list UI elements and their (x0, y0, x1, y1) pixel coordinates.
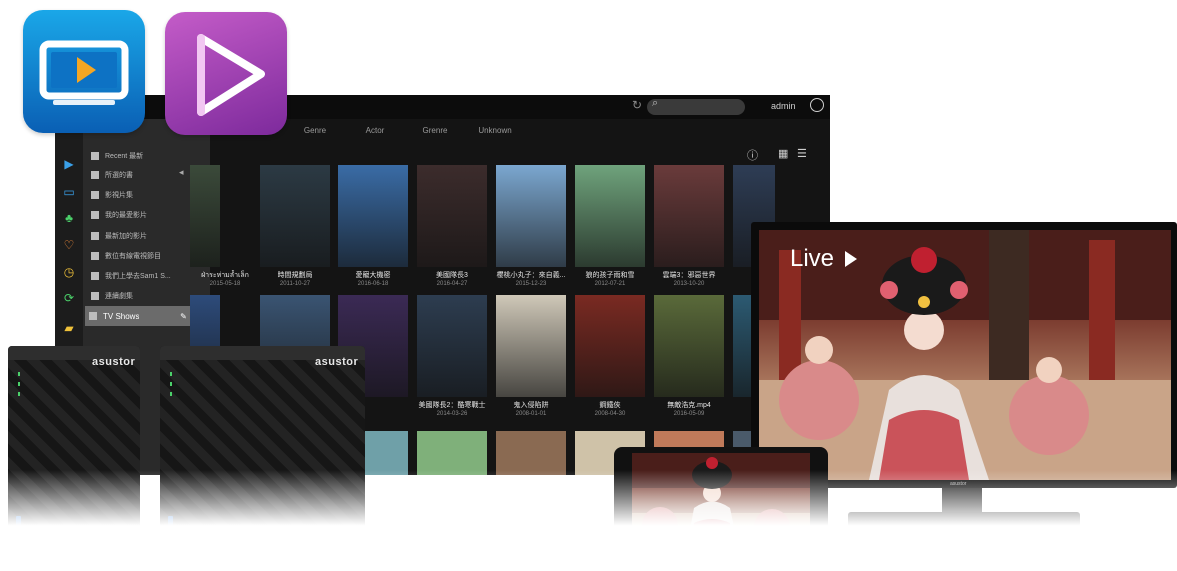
live-play-icon (845, 251, 857, 267)
movie-title: 愛寵大機密 (355, 272, 391, 279)
movie-title: 無敵浩克.mp4 (667, 402, 711, 409)
folder-tree-icon[interactable]: ♣ (62, 211, 76, 225)
heart-icon[interactable]: ♡ (62, 238, 76, 252)
status-led (170, 372, 172, 376)
status-led (18, 382, 20, 386)
grid-view-icon[interactable]: ▦ (778, 147, 788, 160)
movie-title: 時間規劃局 (277, 272, 313, 279)
movie-poster[interactable] (417, 431, 487, 475)
movie-date: 2015-12-23 (515, 281, 547, 287)
video-app-logo (23, 10, 145, 133)
movie-date: 2015-05-18 (209, 281, 241, 287)
nas-brand-label: asustor (92, 356, 136, 368)
movie-title: 雲端3：邪惡世界 (662, 272, 716, 279)
status-led (170, 382, 172, 386)
status-led (18, 372, 20, 376)
movie-poster[interactable] (338, 165, 408, 267)
movie-poster[interactable] (496, 431, 566, 475)
movie-title: 鋼鐵俠 (599, 402, 621, 409)
tab-unknown[interactable]: Unknown (465, 126, 525, 140)
folder-icon[interactable]: ▰ (62, 321, 76, 335)
tv-play-icon (39, 40, 129, 105)
movie-poster[interactable] (496, 295, 566, 397)
tab-actor[interactable]: Actor (345, 126, 405, 140)
nas-brand-label: asustor (315, 356, 359, 368)
movie-title: 美國隊長3 (436, 272, 468, 279)
user-name[interactable]: admin (771, 101, 796, 111)
play-icon (197, 34, 265, 116)
movie-poster[interactable] (417, 165, 487, 267)
movie-date: 2016-04-27 (436, 281, 468, 287)
category-tabs: Genre Actor Grenre Unknown (285, 126, 525, 140)
search-icon: ⌕ (652, 97, 659, 109)
movie-date: 2011-10-27 (279, 281, 311, 287)
movie-poster[interactable] (190, 165, 220, 267)
movie-date: 2008-04-30 (594, 411, 626, 417)
movie-title: 櫻桃小丸子：來自義... (496, 272, 566, 279)
movie-poster[interactable] (260, 165, 330, 267)
clock-icon[interactable]: ◷ (62, 265, 76, 279)
list-view-icon[interactable]: ☰ (797, 147, 807, 160)
movie-poster[interactable] (654, 295, 724, 397)
movie-title: 狼的孩子雨和雪 (585, 272, 635, 279)
user-icon[interactable] (810, 98, 824, 112)
movie-date: 2016-06-18 (357, 281, 389, 287)
reflection-fade (0, 470, 1177, 571)
refresh-icon[interactable]: ↻ (632, 98, 642, 112)
shuffle-icon[interactable]: ⟳ (62, 291, 76, 305)
movie-poster[interactable] (575, 295, 645, 397)
movie-date: 2008-01-01 (515, 411, 547, 417)
movie-title: 鬼入侵陷阱 (513, 402, 549, 409)
tv-icon[interactable]: ▭ (62, 185, 76, 199)
movie-date: 2013-10-20 (673, 281, 705, 287)
movie-poster[interactable] (575, 165, 645, 267)
tab-grenre[interactable]: Grenre (405, 126, 465, 140)
info-icon[interactable]: ⓘ (747, 147, 758, 163)
movie-title: ฝ่าระห่ามล้ำเล็ก (201, 272, 249, 279)
movie-poster[interactable] (654, 165, 724, 267)
movie-poster[interactable] (496, 165, 566, 267)
collapse-arrow-icon[interactable]: ◂ (179, 167, 184, 178)
video-icon[interactable]: ▶ (62, 157, 76, 171)
status-led (170, 392, 172, 396)
movie-date: 2016-05-09 (673, 411, 705, 417)
movie-title: 美國隊長2：酷寒戰士 (418, 402, 486, 409)
edit-icon[interactable]: ✎ (180, 312, 187, 321)
tab-genre[interactable]: Genre (285, 126, 345, 140)
player-app-logo (165, 12, 287, 135)
sidebar-item-tv-shows[interactable]: TV Shows ✎ 🗑 (85, 306, 207, 326)
sidebar-item[interactable]: Recent 最新 (91, 148, 207, 164)
status-led (18, 392, 20, 396)
movie-poster[interactable] (417, 295, 487, 397)
live-label: Live (790, 245, 835, 272)
search-input[interactable] (647, 99, 745, 115)
movie-date: 2014-03-26 (436, 411, 468, 417)
movie-date: 2012-07-21 (594, 281, 626, 287)
